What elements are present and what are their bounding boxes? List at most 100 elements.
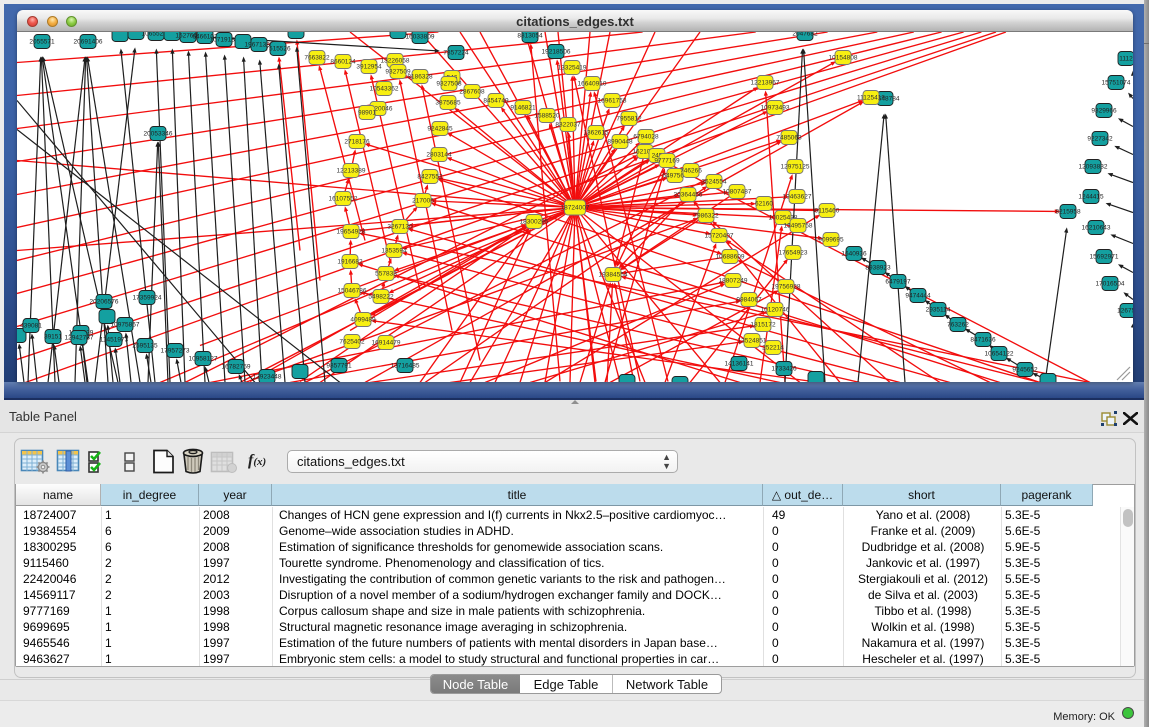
svg-text:15751074: 15751074 (1102, 80, 1131, 87)
svg-text:15046786: 15046786 (338, 288, 367, 295)
svg-text:1244415: 1244415 (1078, 194, 1104, 201)
svg-text:8322037: 8322037 (555, 122, 581, 129)
svg-text:217006: 217006 (412, 198, 434, 205)
svg-text:10154808: 10154808 (829, 55, 858, 62)
svg-text:18807249: 18807249 (719, 278, 748, 285)
svg-text:10654122: 10654122 (985, 351, 1014, 358)
svg-text:10719185: 10719185 (210, 37, 239, 44)
svg-text:17016504: 17016504 (1096, 281, 1125, 288)
svg-text:18724007: 18724007 (561, 205, 590, 212)
svg-text:10688609: 10688609 (716, 254, 745, 261)
svg-text:16782759: 16782759 (222, 364, 251, 371)
svg-text:126753: 126753 (1117, 308, 1133, 315)
svg-text:11451973: 11451973 (100, 337, 129, 344)
svg-text:9329966: 9329966 (1091, 108, 1117, 115)
svg-text:15692971: 15692971 (1090, 254, 1119, 261)
svg-text:763262: 763262 (947, 322, 969, 329)
svg-text:10120746: 10120746 (761, 307, 790, 314)
svg-text:12942737: 12942737 (65, 335, 94, 342)
svg-text:2055571: 2055571 (29, 39, 55, 46)
svg-text:3875685: 3875685 (435, 100, 461, 107)
svg-text:2595135: 2595135 (132, 343, 158, 350)
svg-text:746266: 746266 (680, 168, 702, 175)
svg-text:16961758: 16961758 (598, 98, 627, 105)
svg-text:12093832: 12093832 (1079, 164, 1108, 171)
svg-text:10958127: 10958127 (189, 356, 218, 363)
svg-text:1353594: 1353594 (381, 248, 407, 255)
svg-text:8813054: 8813054 (517, 33, 543, 40)
svg-text:8427552: 8427552 (417, 174, 443, 181)
svg-text:9227342: 9227342 (1087, 136, 1113, 143)
svg-text:3624554: 3624554 (701, 179, 727, 186)
svg-text:14136141: 14136141 (725, 361, 754, 368)
svg-text:5498222: 5498222 (368, 294, 394, 301)
svg-text:39151: 39151 (44, 334, 62, 341)
svg-text:7663822: 7663822 (304, 55, 330, 62)
svg-text:20691406: 20691406 (74, 39, 103, 46)
svg-text:9474444: 9474444 (905, 293, 931, 300)
svg-text:17359924: 17359924 (133, 295, 162, 302)
svg-text:20364456: 20364456 (674, 192, 703, 199)
svg-text:1112: 1112 (1119, 56, 1133, 63)
svg-text:8454749: 8454749 (483, 98, 509, 105)
svg-text:557833: 557833 (375, 271, 397, 278)
svg-text:10975867: 10975867 (111, 322, 140, 329)
svg-text:7625402: 7625402 (339, 339, 365, 346)
svg-text:3267130: 3267130 (387, 224, 413, 231)
svg-text:8215958: 8215958 (1055, 209, 1081, 216)
svg-text:1815172: 1815172 (750, 322, 776, 329)
svg-text:6794028: 6794028 (633, 134, 659, 141)
svg-text:19654928: 19654928 (337, 229, 366, 236)
svg-text:6479197: 6479197 (885, 279, 911, 286)
svg-text:16210643: 16210643 (1082, 225, 1111, 232)
svg-text:8660124: 8660124 (330, 59, 356, 66)
svg-text:13325419: 13325419 (558, 65, 587, 72)
svg-text:13226058: 13226058 (381, 58, 410, 65)
svg-text:2867608: 2867608 (459, 89, 485, 96)
svg-text:9984067: 9984067 (736, 297, 762, 304)
svg-text:7485063: 7485063 (776, 135, 802, 142)
svg-text:20206576: 20206576 (90, 299, 119, 306)
svg-text:16033809: 16033809 (406, 34, 435, 41)
svg-text:1362615: 1362615 (583, 130, 609, 137)
svg-text:16914479: 16914479 (372, 340, 401, 347)
svg-text:2803144: 2803144 (426, 152, 452, 159)
svg-text:11125419: 11125419 (857, 95, 885, 102)
svg-text:12213389: 12213389 (337, 168, 366, 175)
svg-text:10543362: 10543362 (370, 86, 399, 93)
svg-text:9099695: 9099695 (818, 237, 844, 244)
svg-text:8186328: 8186328 (407, 74, 433, 81)
svg-text:19756928: 19756928 (772, 284, 801, 291)
svg-text:8990448: 8990448 (607, 139, 633, 146)
svg-text:1916682: 1916682 (337, 259, 363, 266)
svg-text:9115460: 9115460 (815, 208, 840, 215)
svg-text:7515526: 7515526 (265, 46, 291, 53)
svg-text:10973493: 10973493 (761, 105, 790, 112)
svg-text:7986322: 7986322 (693, 213, 719, 220)
svg-text:9327508: 9327508 (436, 81, 462, 88)
svg-text:15720407: 15720407 (705, 233, 734, 240)
svg-text:12975125: 12975125 (781, 164, 810, 171)
svg-text:13495758: 13495758 (784, 223, 813, 230)
svg-text:7357224: 7357224 (443, 50, 469, 57)
svg-text:19218506: 19218506 (542, 49, 571, 56)
svg-text:9242845: 9242845 (427, 126, 453, 133)
svg-text:98901: 98901 (358, 110, 376, 117)
svg-text:8938923: 8938923 (865, 265, 891, 272)
svg-text:9146821: 9146821 (510, 105, 536, 112)
svg-text:8471636: 8471636 (970, 337, 996, 344)
svg-text:17957273: 17957273 (161, 348, 190, 355)
svg-text:10807487: 10807487 (723, 189, 752, 196)
svg-text:19384554: 19384554 (599, 272, 628, 279)
svg-text:12923448: 12923448 (253, 374, 282, 381)
svg-text:1640936: 1640936 (841, 251, 867, 258)
svg-text:62160: 62160 (755, 201, 773, 208)
svg-text:4099489: 4099489 (350, 317, 376, 324)
svg-text:252214: 252214 (762, 345, 784, 352)
svg-text:1588520: 1588520 (534, 113, 560, 120)
svg-text:12213967: 12213967 (751, 80, 780, 87)
svg-text:9857791: 9857791 (326, 363, 352, 370)
svg-text:13524851: 13524851 (738, 338, 767, 345)
svg-text:20053346: 20053346 (144, 131, 173, 138)
svg-text:439081: 439081 (20, 323, 42, 330)
